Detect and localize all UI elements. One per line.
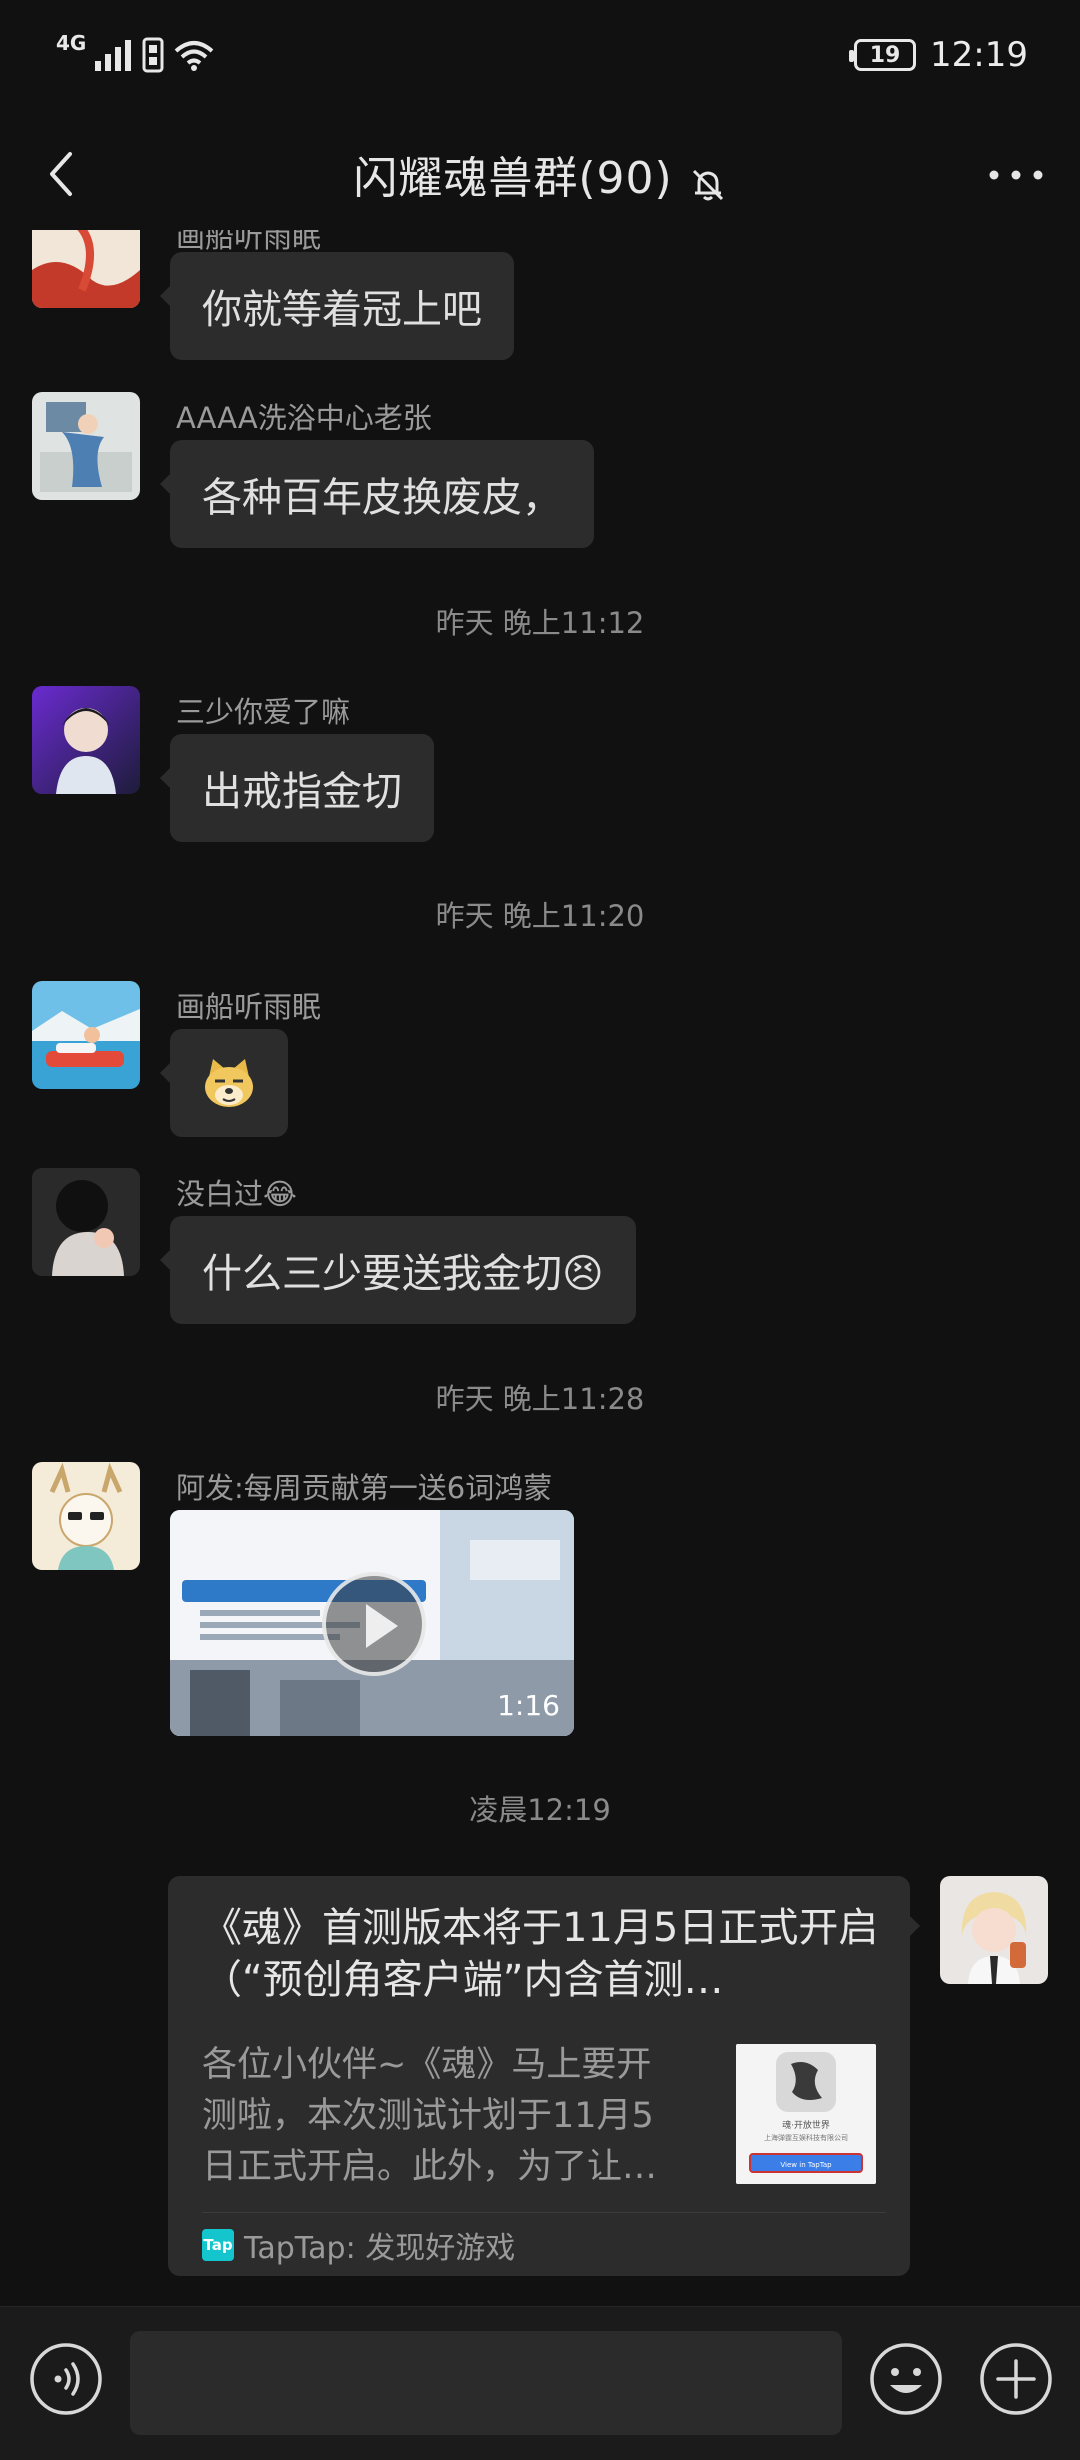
sender-name: 画船听雨眠 (176, 990, 322, 1024)
timestamp: 昨天 晚上11:20 (435, 899, 645, 933)
thumb-publisher: 上海弹霆互娱科技有限公司 (764, 2133, 848, 2142)
video-duration: 1:16 (497, 1689, 560, 1722)
chat-title: 闪耀魂兽群(90) (353, 153, 673, 204)
card-source-label: TapTap: 发现好游戏 (244, 2231, 516, 2266)
avatar[interactable] (32, 392, 140, 500)
avatar[interactable] (32, 686, 140, 794)
voice-icon[interactable] (28, 2341, 104, 2417)
status-bar: 4G 19 12:19 (0, 0, 1080, 110)
message-bubble[interactable]: 出戒指金切 (160, 734, 434, 842)
signal-icon (95, 40, 132, 71)
sender-name: 三少你爱了嘛 (176, 695, 351, 729)
sender-name: 阿发:每周贡献第一送6词鸿蒙 (176, 1471, 553, 1505)
message-bubble[interactable]: 什么三少要送我金切😣 (160, 1216, 636, 1324)
video-message[interactable]: 1:16 (170, 1510, 574, 1736)
card-divider (202, 2212, 886, 2213)
my-avatar[interactable] (940, 1876, 1048, 1984)
add-icon[interactable] (978, 2341, 1054, 2417)
sender-name: AAAA洗浴中心老张 (176, 401, 432, 435)
sender-name: 没白过😂 (176, 1177, 297, 1211)
avatar[interactable] (32, 230, 140, 308)
network-type: 4G (56, 31, 87, 55)
thumb-title: 魂·开放世界 (782, 2119, 830, 2131)
doge-icon (205, 1059, 253, 1107)
avatar[interactable] (32, 1462, 140, 1570)
message-bubble[interactable]: 你就等着冠上吧 (160, 252, 514, 360)
card-title: 《魂》首测版本将于11月5日正式开启（“预创角客户端”内含首测… (202, 1905, 879, 2003)
sticker-bubble[interactable] (160, 1029, 288, 1137)
wifi-icon (175, 41, 214, 71)
taptap-logo-icon: Tap (202, 2229, 234, 2261)
card-thumbnail: 魂·开放世界 上海弹霆互娱科技有限公司 View in TapTap (736, 2044, 876, 2184)
input-bar (0, 2306, 1080, 2460)
message-list[interactable]: 画船听雨眠 你就等着冠上吧 AAAA洗浴中心老张 各种百年皮换废皮， 昨天 晚上… (0, 230, 1080, 2306)
thumb-button: View in TapTap (780, 2161, 832, 2169)
clock: 12:19 (930, 35, 1028, 75)
avatar[interactable] (32, 1168, 140, 1276)
card-source[interactable]: Tap TapTap: 发现好游戏 (202, 2222, 515, 2268)
chat-header: 闪耀魂兽群(90) (0, 120, 1080, 230)
timestamp: 昨天 晚上11:12 (435, 606, 645, 640)
timestamp: 昨天 晚上11:28 (435, 1382, 645, 1416)
more-icon[interactable] (984, 150, 1048, 200)
card-description: 各位小伙伴~《魂》马上要开测啦，本次测试计划于11月5日正式开启。此外，为了让… (202, 2045, 658, 2187)
link-card[interactable]: 《魂》首测版本将于11月5日正式开启（“预创角客户端”内含首测… 各位小伙伴~《… (168, 1876, 920, 2276)
avatar[interactable] (32, 981, 140, 1089)
play-icon[interactable] (322, 1572, 426, 1676)
emoji-icon[interactable] (868, 2341, 944, 2417)
message-bubble[interactable]: 各种百年皮换废皮， (160, 440, 594, 548)
battery-level: 19 (869, 42, 901, 68)
message-input[interactable] (130, 2331, 842, 2435)
timestamp: 凌晨12:19 (469, 1793, 611, 1827)
sim-icon (142, 37, 164, 73)
battery-icon: 19 (849, 39, 917, 71)
mute-bell-icon (692, 169, 723, 200)
